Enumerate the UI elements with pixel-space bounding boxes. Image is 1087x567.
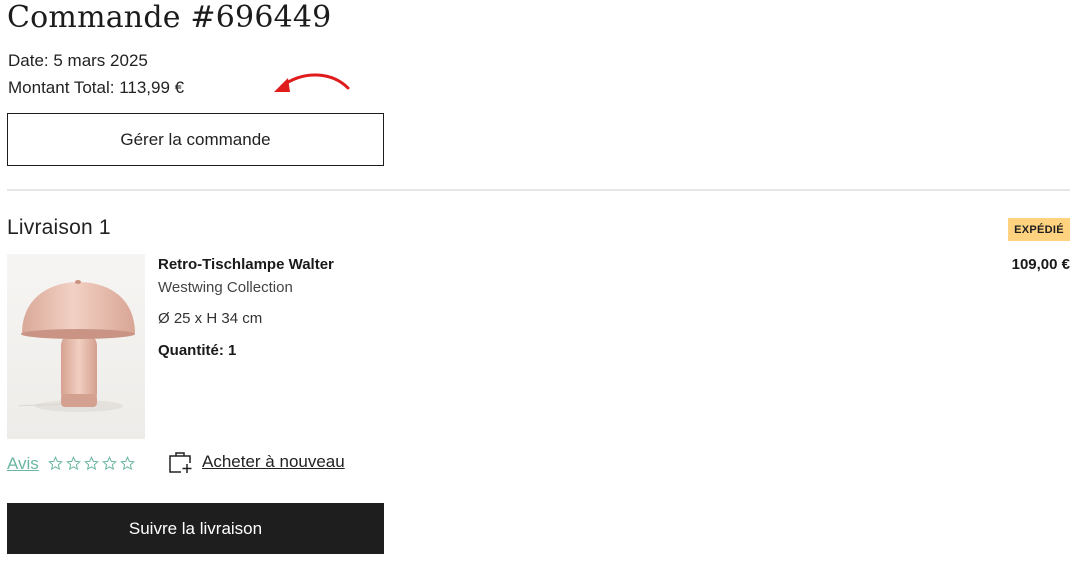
star-icon[interactable] bbox=[84, 456, 99, 471]
buy-again-link[interactable]: Acheter à nouveau bbox=[168, 450, 345, 474]
product-name[interactable]: Retro-Tischlampe Walter bbox=[158, 256, 334, 273]
mushroom-table-lamp-image bbox=[7, 254, 145, 439]
order-title: Commande #696449 bbox=[7, 0, 332, 35]
star-icon[interactable] bbox=[48, 456, 63, 471]
manage-order-button[interactable]: Gérer la commande bbox=[7, 113, 384, 166]
bag-plus-icon bbox=[169, 452, 193, 474]
shipment-title: Livraison 1 bbox=[7, 216, 111, 239]
product-brand: Westwing Collection bbox=[158, 279, 293, 296]
order-date: Date: 5 mars 2025 bbox=[8, 51, 148, 70]
product-image[interactable] bbox=[7, 254, 145, 439]
order-total: Montant Total: 113,99 € bbox=[8, 78, 185, 97]
product-price: 109,00 € bbox=[1011, 256, 1070, 273]
product-quantity: Quantité: 1 bbox=[158, 342, 237, 359]
buy-again-label[interactable]: Acheter à nouveau bbox=[202, 452, 345, 472]
product-dimensions: Ø 25 x H 34 cm bbox=[158, 310, 263, 327]
annotation-arrow-icon bbox=[274, 73, 350, 92]
star-icon[interactable] bbox=[120, 456, 135, 471]
review-link[interactable]: Avis bbox=[7, 454, 39, 474]
status-badge: EXPÉDIÉ bbox=[1008, 218, 1070, 241]
star-icon[interactable] bbox=[66, 456, 81, 471]
section-divider bbox=[7, 189, 1070, 191]
track-delivery-button[interactable]: Suivre la livraison bbox=[7, 503, 384, 554]
star-icon[interactable] bbox=[102, 456, 117, 471]
order-detail-page: Commande #696449 Date: 5 mars 2025 Monta… bbox=[0, 0, 1087, 567]
star-rating[interactable] bbox=[48, 456, 135, 471]
